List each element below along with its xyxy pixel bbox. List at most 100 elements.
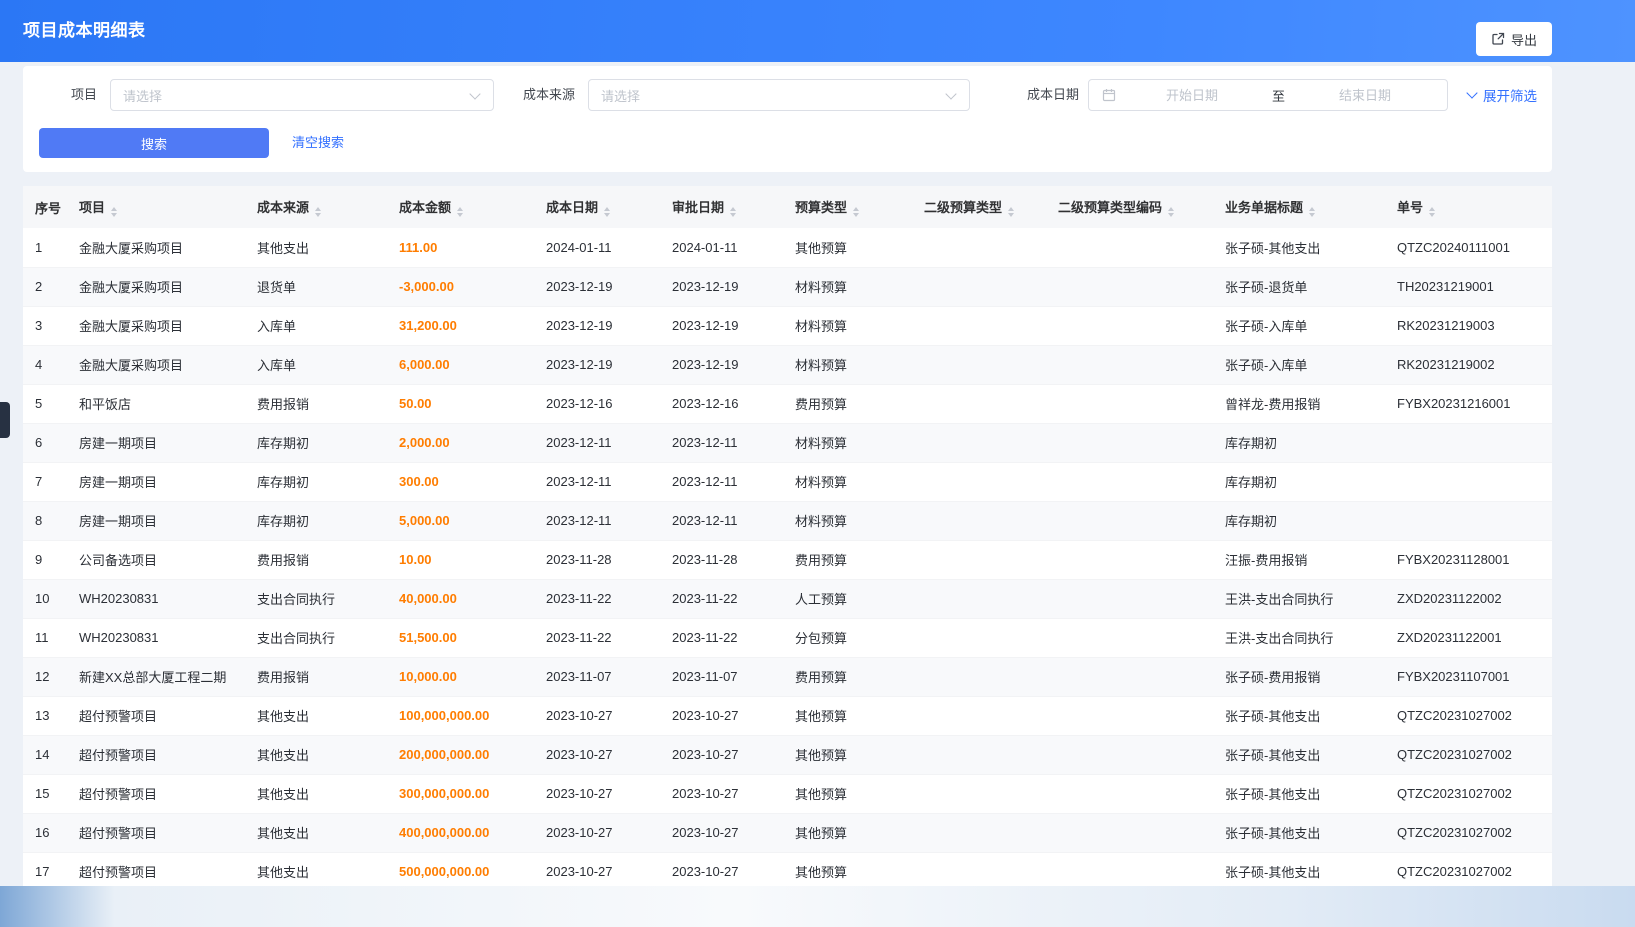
sort-icon[interactable] — [457, 207, 463, 217]
sort-icon[interactable] — [1309, 207, 1315, 217]
export-button[interactable]: 导出 — [1476, 22, 1552, 56]
table-row[interactable]: 6房建一期项目库存期初2,000.002023-12-112023-12-11材… — [23, 423, 1552, 462]
table-cell: 2023-10-27 — [660, 813, 783, 852]
column-header[interactable]: 成本金额 — [387, 186, 534, 228]
table-row[interactable]: 10WH20230831支出合同执行40,000.002023-11-22202… — [23, 579, 1552, 618]
table-cell: 其他支出 — [245, 774, 387, 813]
table-cell: 入库单 — [245, 345, 387, 384]
table-cell: 2023-11-22 — [660, 579, 783, 618]
cost-table: 序号项目成本来源成本金额成本日期审批日期预算类型二级预算类型二级预算类型编码业务… — [23, 186, 1552, 886]
search-button[interactable]: 搜索 — [39, 128, 269, 158]
table-cell — [1385, 423, 1552, 462]
column-header[interactable]: 项目 — [67, 186, 245, 228]
table-cell: 17 — [23, 852, 67, 886]
table-cell: 其他预算 — [783, 852, 912, 886]
sort-icon[interactable] — [730, 207, 736, 217]
table-cell: 张子硕-入库单 — [1213, 306, 1385, 345]
column-header[interactable]: 审批日期 — [660, 186, 783, 228]
table-row[interactable]: 4金融大厦采购项目入库单6,000.002023-12-192023-12-19… — [23, 345, 1552, 384]
table-cell: 材料预算 — [783, 267, 912, 306]
table-cell: 费用报销 — [245, 657, 387, 696]
table-row[interactable]: 16超付预警项目其他支出400,000,000.002023-10-272023… — [23, 813, 1552, 852]
column-header[interactable]: 二级预算类型 — [912, 186, 1046, 228]
caret-down-icon — [1309, 213, 1315, 217]
table-cell: 费用报销 — [245, 384, 387, 423]
table-row[interactable]: 8房建一期项目库存期初5,000.002023-12-112023-12-11材… — [23, 501, 1552, 540]
table-row[interactable]: 9公司备选项目费用报销10.002023-11-282023-11-28费用预算… — [23, 540, 1552, 579]
table-row[interactable]: 2金融大厦采购项目退货单-3,000.002023-12-192023-12-1… — [23, 267, 1552, 306]
table-cell: 2023-12-11 — [660, 462, 783, 501]
column-header[interactable]: 成本来源 — [245, 186, 387, 228]
table-cell: 2023-10-27 — [660, 852, 783, 886]
expand-filters-link[interactable]: 展开筛选 — [1468, 79, 1537, 111]
table-cell: 2 — [23, 267, 67, 306]
cost-source-select[interactable]: 请选择 — [588, 79, 970, 111]
sort-icon[interactable] — [1008, 207, 1014, 217]
table-cell — [1385, 501, 1552, 540]
table-cell — [912, 696, 1046, 735]
table-row[interactable]: 7房建一期项目库存期初300.002023-12-112023-12-11材料预… — [23, 462, 1552, 501]
table-cell: 超付预警项目 — [67, 852, 245, 886]
column-header[interactable]: 业务单据标题 — [1213, 186, 1385, 228]
table-row[interactable]: 5和平饭店费用报销50.002023-12-162023-12-16费用预算曾祥… — [23, 384, 1552, 423]
table-row[interactable]: 15超付预警项目其他支出300,000,000.002023-10-272023… — [23, 774, 1552, 813]
table-cell: QTZC20231027002 — [1385, 774, 1552, 813]
table-body: 1金融大厦采购项目其他支出111.002024-01-112024-01-11其… — [23, 228, 1552, 886]
table-cell: 2023-12-11 — [534, 423, 660, 462]
table-cell: 房建一期项目 — [67, 501, 245, 540]
table-row[interactable]: 17超付预警项目其他支出500,000,000.002023-10-272023… — [23, 852, 1552, 886]
table-row[interactable]: 12新建XX总部大厦工程二期费用报销10,000.002023-11-07202… — [23, 657, 1552, 696]
table-cell: 超付预警项目 — [67, 774, 245, 813]
table-cell — [1046, 813, 1213, 852]
table-cell — [912, 228, 1046, 267]
column-label: 业务单据标题 — [1225, 200, 1303, 215]
table-cell: 费用预算 — [783, 657, 912, 696]
table-cell: 400,000,000.00 — [387, 813, 534, 852]
clear-search-link[interactable]: 清空搜索 — [292, 128, 344, 158]
table-cell: 王洪-支出合同执行 — [1213, 579, 1385, 618]
table-cell: 15 — [23, 774, 67, 813]
column-header[interactable]: 序号 — [23, 186, 67, 228]
expand-filters-label: 展开筛选 — [1483, 85, 1537, 105]
start-date-input[interactable] — [1120, 87, 1264, 104]
sort-icon[interactable] — [853, 207, 859, 217]
sort-icon[interactable] — [604, 207, 610, 217]
table-cell: 300.00 — [387, 462, 534, 501]
column-header[interactable]: 单号 — [1385, 186, 1552, 228]
column-header[interactable]: 预算类型 — [783, 186, 912, 228]
sort-icon[interactable] — [1429, 207, 1435, 217]
table-cell: 王洪-支出合同执行 — [1213, 618, 1385, 657]
end-date-input[interactable] — [1293, 87, 1437, 104]
table-cell: 公司备选项目 — [67, 540, 245, 579]
caret-up-icon — [315, 207, 321, 211]
cost-date-range-picker[interactable]: 至 — [1088, 79, 1448, 111]
column-header[interactable]: 二级预算类型编码 — [1046, 186, 1213, 228]
table-cell: 其他支出 — [245, 228, 387, 267]
column-header[interactable]: 成本日期 — [534, 186, 660, 228]
table-cell: 14 — [23, 735, 67, 774]
table-cell — [912, 462, 1046, 501]
table-cell — [912, 735, 1046, 774]
table-cell — [1046, 462, 1213, 501]
table-cell — [1046, 696, 1213, 735]
table-cell: WH20230831 — [67, 579, 245, 618]
table-row[interactable]: 1金融大厦采购项目其他支出111.002024-01-112024-01-11其… — [23, 228, 1552, 267]
sort-icon[interactable] — [315, 207, 321, 217]
table-cell: 2023-11-28 — [534, 540, 660, 579]
table-row[interactable]: 13超付预警项目其他支出100,000,000.002023-10-272023… — [23, 696, 1552, 735]
table-cell: QTZC20231027002 — [1385, 696, 1552, 735]
table-row[interactable]: 3金融大厦采购项目入库单31,200.002023-12-192023-12-1… — [23, 306, 1552, 345]
drawer-toggle-handle[interactable] — [0, 402, 10, 438]
table-cell: 2023-12-11 — [534, 462, 660, 501]
table-cell — [1046, 540, 1213, 579]
sort-icon[interactable] — [1168, 207, 1174, 217]
table-cell: 2024-01-11 — [660, 228, 783, 267]
table-row[interactable]: 14超付预警项目其他支出200,000,000.002023-10-272023… — [23, 735, 1552, 774]
table-cell: 库存期初 — [245, 501, 387, 540]
sort-icon[interactable] — [111, 207, 117, 217]
table-row[interactable]: 11WH20230831支出合同执行51,500.002023-11-22202… — [23, 618, 1552, 657]
project-select[interactable]: 请选择 — [110, 79, 494, 111]
table-cell — [1046, 579, 1213, 618]
table-cell — [912, 618, 1046, 657]
table-cell — [912, 501, 1046, 540]
